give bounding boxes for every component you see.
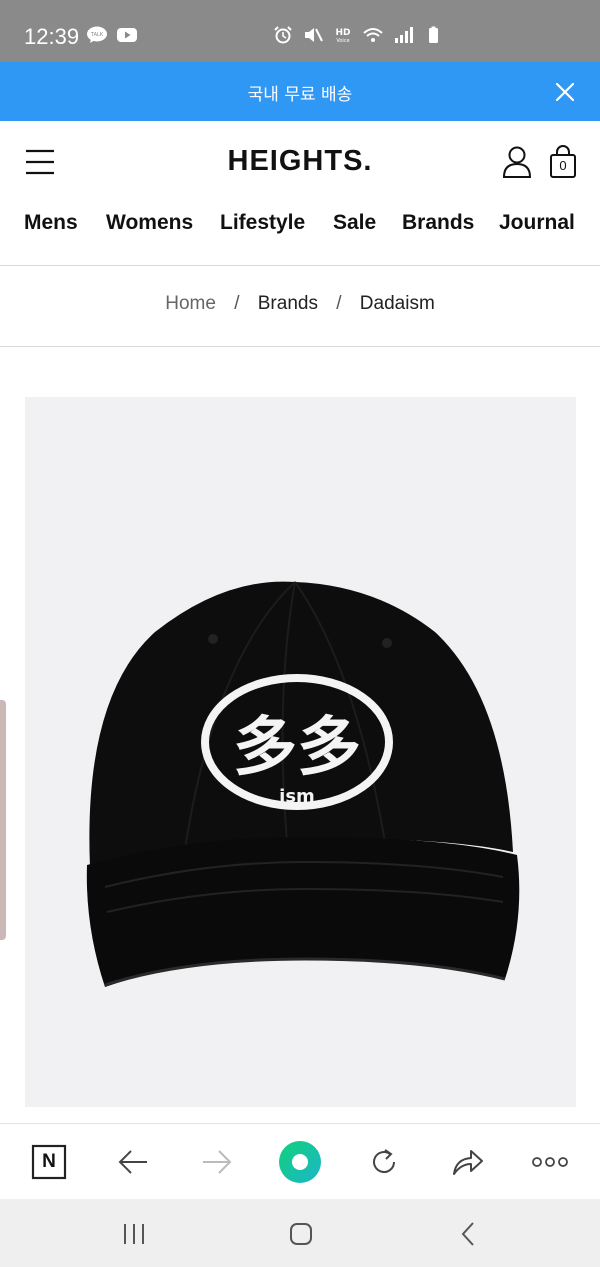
home-icon[interactable] [286, 1219, 316, 1249]
talk-icon: TALK [87, 26, 107, 43]
nav-item-womens[interactable]: Womens [106, 211, 193, 235]
nav-item-journal[interactable]: Journal [499, 211, 575, 235]
arrow-right-icon [203, 1150, 232, 1174]
cap-logo-characters: 多多 [233, 711, 361, 785]
status-bar: 12:39 TALK HD Voice [0, 0, 600, 62]
nav-item-brands[interactable]: Brands [402, 211, 474, 235]
product-image[interactable]: 多多 ism [25, 397, 576, 1107]
back-button[interactable] [113, 1142, 153, 1182]
breadcrumb-brands[interactable]: Brands [258, 293, 318, 314]
hd-voice-icon: HDVoice [335, 28, 350, 44]
battery-icon [429, 26, 438, 43]
promo-banner: 국내 무료 배송 [0, 62, 600, 121]
share-button[interactable] [448, 1142, 488, 1182]
nav-item-lifestyle[interactable]: Lifestyle [220, 211, 305, 235]
status-time: 12:39 [24, 24, 80, 49]
cap-logo-sub: ism [279, 786, 315, 807]
more-dots-icon [532, 1157, 568, 1167]
wifi-icon [363, 28, 383, 42]
breadcrumb-separator: / [336, 293, 342, 314]
breadcrumb-current: Dadaism [359, 293, 435, 314]
breadcrumb-separator: / [234, 293, 240, 314]
youtube-icon [117, 28, 137, 42]
green-dot-icon [279, 1141, 321, 1183]
nav-item-mens[interactable]: Mens [24, 211, 78, 235]
nav-item-sale[interactable]: Sale [333, 211, 376, 235]
forward-button[interactable] [197, 1142, 237, 1182]
recent-apps-icon[interactable] [119, 1219, 149, 1249]
back-nav-icon[interactable] [454, 1219, 484, 1249]
svg-text:TALK: TALK [90, 32, 104, 38]
refresh-icon [373, 1149, 395, 1173]
breadcrumb: Home / Brands / Dadaism [0, 266, 600, 347]
breadcrumb-home[interactable]: Home [165, 293, 216, 314]
svg-text:HD: HD [335, 28, 350, 38]
share-arrow-icon [453, 1150, 483, 1175]
site-header: HEIGHTS. 0 Mens Womens Lifestyle Sale Br… [0, 121, 600, 266]
naver-home-button[interactable]: N [29, 1142, 69, 1182]
signal-icon [395, 27, 413, 43]
mute-icon [305, 28, 323, 42]
arrow-left-icon [118, 1150, 147, 1174]
svg-text:Voice: Voice [336, 38, 349, 44]
bag-count: 0 [559, 158, 567, 173]
promo-text: 국내 무료 배송 [247, 85, 353, 105]
account-icon[interactable] [501, 145, 533, 179]
edge-panel-handle[interactable] [0, 700, 6, 940]
browser-toolbar: N [0, 1123, 600, 1199]
refresh-button[interactable] [364, 1142, 404, 1182]
close-icon[interactable] [554, 81, 576, 103]
naver-n-label: N [42, 1151, 56, 1172]
cap-illustration: 多多 ism [86, 581, 520, 987]
more-button[interactable] [530, 1142, 570, 1182]
alarm-icon [274, 26, 292, 44]
android-nav-bar [0, 1199, 600, 1267]
main-nav: Mens Womens Lifestyle Sale Brands Journa… [0, 211, 600, 245]
green-dot-button[interactable] [278, 1140, 322, 1184]
